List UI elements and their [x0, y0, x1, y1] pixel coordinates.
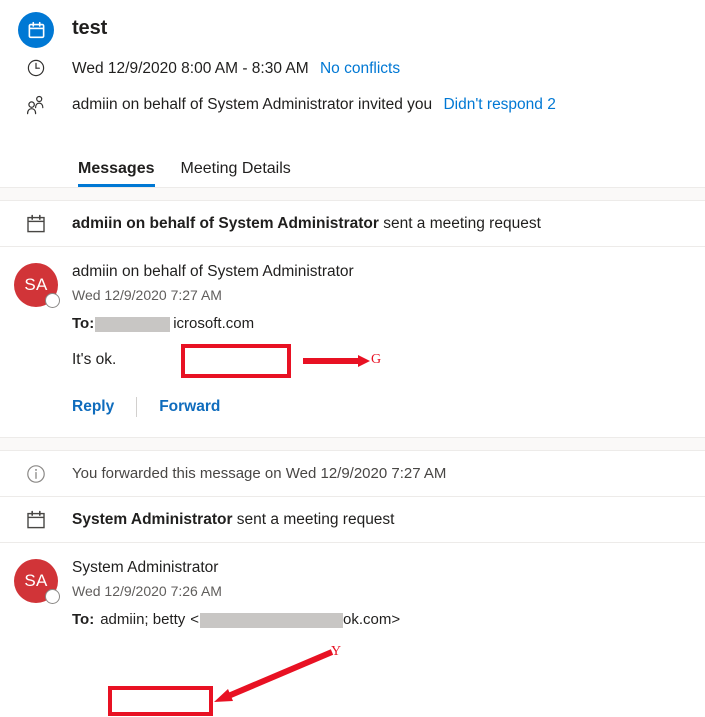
meeting-organizer-text: admiin on behalf of System Administrator…	[72, 92, 556, 115]
reply-button[interactable]: Reply	[72, 398, 114, 416]
message-1-avatar-col: SA	[0, 261, 72, 437]
message-2-sender: System Administrator	[72, 559, 219, 576]
meeting-title-row: test	[0, 10, 705, 48]
forwarded-notice-row: You forwarded this message on Wed 12/9/2…	[0, 451, 705, 496]
clock-icon-container	[0, 56, 72, 78]
page-title: test	[72, 17, 108, 39]
meeting-time-value: Wed 12/9/2020 8:00 AM - 8:30 AM	[72, 60, 309, 77]
tab-bar: Messages Meeting Details	[0, 145, 705, 187]
section-divider-band-2	[0, 437, 705, 451]
message-1-timestamp: Wed 12/9/2020 7:27 AM	[72, 287, 222, 303]
tab-messages[interactable]: Messages	[78, 160, 155, 187]
message-1-to-label: To:	[72, 315, 95, 332]
system-row-meeting-request-2[interactable]: System Administrator sent a meeting requ…	[0, 497, 705, 542]
calendar-icon	[27, 510, 45, 528]
message-2-avatar-col: SA	[0, 557, 72, 632]
message-2-to-visible-tail: ok.com>	[343, 611, 401, 628]
meeting-time-row: Wed 12/9/2020 8:00 AM - 8:30 AM No confl…	[0, 56, 705, 86]
annotation-label-y: Y	[331, 644, 342, 659]
message-1-sender: admiin on behalf of System Administrator	[72, 263, 354, 280]
avatar[interactable]: SA	[14, 559, 60, 604]
calendar-badge-container	[0, 10, 72, 48]
calendar-outline-icon-2-container	[0, 509, 72, 531]
message-1-to-visible: icrosoft.com	[173, 315, 255, 332]
meeting-header: test Wed 12/9/2020 8:00 AM - 8:30 AM No …	[0, 0, 705, 122]
clock-icon	[27, 59, 45, 77]
annotation-box-y	[108, 686, 213, 716]
section-divider-band-1	[0, 187, 705, 201]
forward-button[interactable]: Forward	[159, 398, 220, 416]
message-item-2: SA System Administrator Wed 12/9/2020 7:…	[0, 543, 705, 632]
meeting-time-text: Wed 12/9/2020 8:00 AM - 8:30 AM No confl…	[72, 56, 400, 79]
didnt-respond-link[interactable]: Didn't respond 2	[443, 96, 555, 113]
message-1-recipients: To: icrosoft.com	[72, 312, 693, 336]
message-2-recipients: To: admiin; betty < ok.com>	[72, 608, 693, 632]
message-2-bracket-open: <	[190, 611, 200, 628]
message-1-actions: Reply Forward	[72, 397, 693, 437]
system-row-1-sender: admiin on behalf of System Administrator	[72, 214, 379, 232]
info-icon-container	[0, 463, 72, 485]
system-row-1-action: sent a meeting request	[378, 214, 541, 232]
system-row-meeting-request-1[interactable]: admiin on behalf of System Administrator…	[0, 201, 705, 246]
calendar-icon	[18, 12, 54, 48]
message-2-body: System Administrator Wed 12/9/2020 7:26 …	[72, 557, 705, 632]
people-icon	[27, 95, 44, 115]
action-separator	[136, 397, 138, 417]
info-icon	[27, 464, 45, 483]
presence-indicator-icon	[45, 589, 60, 604]
avatar[interactable]: SA	[14, 263, 60, 308]
system-row-2-text: System Administrator sent a meeting requ…	[72, 511, 395, 529]
message-1-body: admiin on behalf of System Administrator…	[72, 261, 705, 437]
system-row-2-sender: System Administrator	[72, 510, 233, 528]
calendar-icon	[27, 214, 45, 232]
people-icon-container	[0, 92, 72, 116]
message-2-timestamp: Wed 12/9/2020 7:26 AM	[72, 583, 222, 599]
calendar-outline-icon-1-container	[0, 213, 72, 235]
presence-indicator-icon	[45, 293, 60, 308]
system-row-1-text: admiin on behalf of System Administrator…	[72, 215, 541, 233]
annotation-arrow-y	[214, 649, 334, 702]
message-item-1: SA admiin on behalf of System Administra…	[0, 247, 705, 437]
system-row-2-action: sent a meeting request	[232, 510, 395, 528]
message-2-to-highlighted: admiin; betty	[100, 611, 186, 628]
redaction-bar-2	[200, 612, 344, 628]
tab-meeting-details[interactable]: Meeting Details	[181, 160, 291, 187]
message-1-content: It's ok.	[72, 351, 117, 368]
redaction-bar-1	[95, 316, 171, 332]
message-2-to-label: To:	[72, 611, 95, 628]
annotation-label-g: G	[371, 352, 382, 367]
no-conflicts-link[interactable]: No conflicts	[320, 60, 400, 77]
meeting-organizer-row: admiin on behalf of System Administrator…	[0, 92, 705, 122]
forwarded-notice-text: You forwarded this message on Wed 12/9/2…	[72, 465, 447, 482]
organizer-value: admiin on behalf of System Administrator…	[72, 96, 433, 113]
